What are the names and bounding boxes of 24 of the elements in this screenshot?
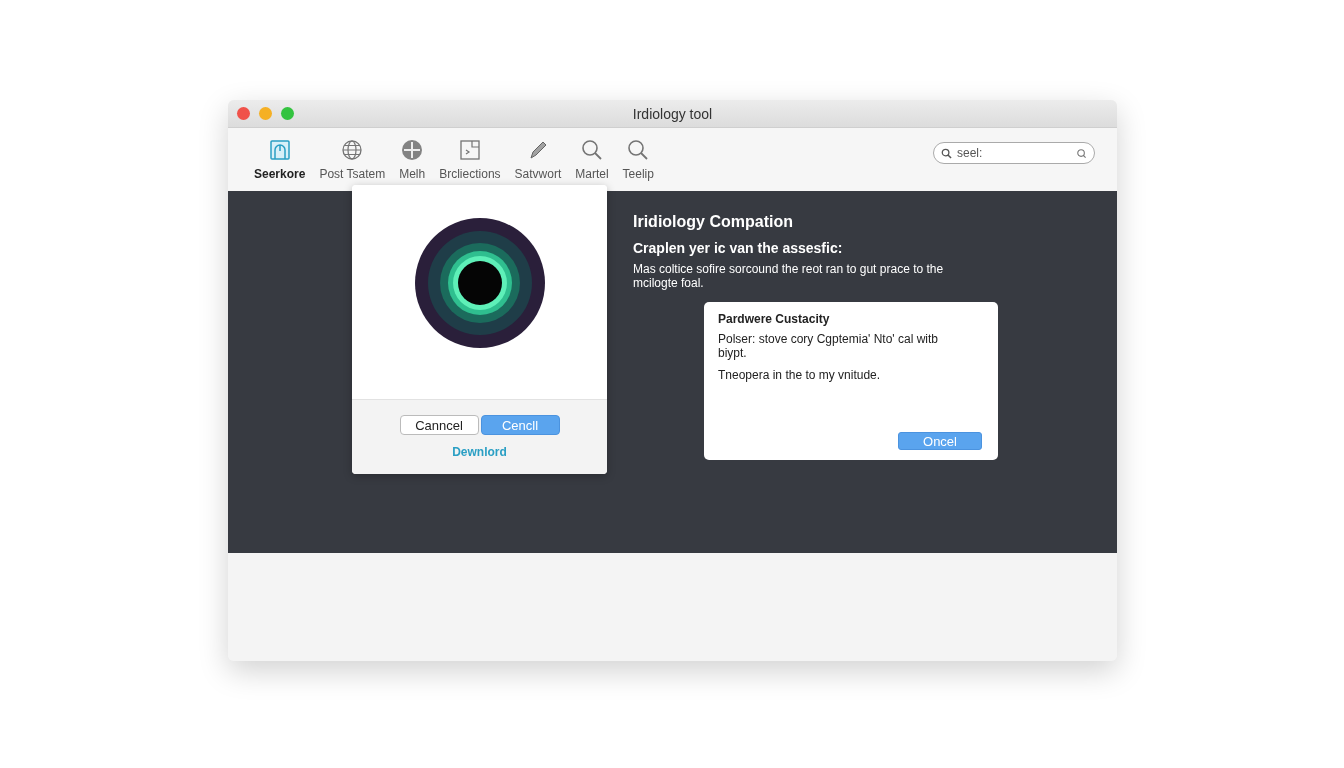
search-icon xyxy=(579,138,604,162)
description-text: Mas coltice sofire sorcound the reot ran to gut prace to the mcilogte foal. xyxy=(633,262,945,290)
document-icon xyxy=(457,138,482,162)
zoom-button[interactable] xyxy=(281,107,294,120)
search-icon xyxy=(1076,147,1087,159)
toolbar-item[interactable]: Martel xyxy=(573,136,611,183)
close-button[interactable] xyxy=(237,107,250,120)
cancel-button[interactable]: Canncel xyxy=(399,415,479,435)
window-title: Irdiology tool xyxy=(632,105,713,122)
arch-icon xyxy=(267,138,292,162)
toolbar-item[interactable]: Brcliections xyxy=(437,136,503,183)
alert-message: Polser: stove cory Cgptemia' Nto' cal witb biypt. xyxy=(718,332,939,360)
alert-message: Tneopera in the to my vnitude. xyxy=(718,368,882,382)
search-field[interactable]: seel: xyxy=(933,141,1095,164)
heading: Iridiology Compation xyxy=(633,213,794,231)
toolbar-item[interactable]: Post Tsatem xyxy=(317,136,388,183)
toolbar-item[interactable]: Melh xyxy=(397,136,428,183)
subheading: Craplen yer ic van the assesfic: xyxy=(633,240,844,256)
toolbar-item[interactable]: Seerkore xyxy=(252,136,308,183)
minimize-button[interactable] xyxy=(259,107,272,120)
toolbar-item[interactable]: Teelip xyxy=(620,136,656,183)
alert-title: Pardwere Custacity xyxy=(718,312,831,326)
globe-icon xyxy=(340,138,365,162)
toolbar-item[interactable]: Satvwort xyxy=(512,136,564,183)
